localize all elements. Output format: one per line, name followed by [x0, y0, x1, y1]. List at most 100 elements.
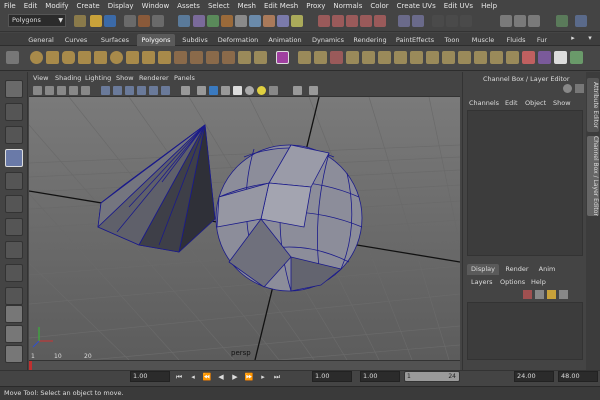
- time-slider[interactable]: 1 10 20: [29, 353, 460, 370]
- extract-icon[interactable]: [206, 51, 219, 64]
- channel-box-content[interactable]: [467, 110, 583, 256]
- absolute-transform-icon[interactable]: [556, 15, 568, 27]
- create-layer-icon[interactable]: [523, 290, 532, 299]
- poke-face-icon[interactable]: [458, 51, 471, 64]
- menu-modify[interactable]: Modify: [45, 2, 68, 10]
- render-current-frame-icon[interactable]: [432, 15, 444, 27]
- smooth-shade-icon[interactable]: [113, 86, 122, 95]
- manipulator-tool-icon[interactable]: [5, 218, 23, 236]
- step-back-key-icon[interactable]: ⏪: [202, 372, 212, 382]
- layer-list[interactable]: [467, 302, 583, 360]
- merge-icon[interactable]: [426, 51, 439, 64]
- mirror-icon[interactable]: [298, 51, 311, 64]
- smooth-proxy-icon[interactable]: [276, 51, 289, 64]
- menu-display[interactable]: Display: [108, 2, 134, 10]
- select-handles-icon[interactable]: [193, 15, 205, 27]
- bridge-icon[interactable]: [330, 51, 343, 64]
- step-back-frame-icon[interactable]: ◂: [188, 372, 198, 382]
- step-forward-frame-icon[interactable]: ▸: [258, 372, 268, 382]
- tab-curves[interactable]: Curves: [60, 34, 92, 46]
- select-tool-icon[interactable]: [5, 80, 23, 98]
- wedge-face-icon[interactable]: [474, 51, 487, 64]
- poly-cylinder-icon[interactable]: [62, 51, 75, 64]
- ipr-render-icon[interactable]: [446, 15, 458, 27]
- layer-menu-layers[interactable]: Layers: [471, 278, 493, 286]
- poly-pipe-icon[interactable]: [158, 51, 171, 64]
- combine-icon[interactable]: [174, 51, 187, 64]
- grid-toggle-icon[interactable]: [81, 86, 90, 95]
- select-surfaces-icon[interactable]: [235, 15, 247, 27]
- tab-painteffects[interactable]: PaintEffects: [392, 34, 438, 46]
- select-curves-icon[interactable]: [221, 15, 233, 27]
- tab-subdivs[interactable]: Subdivs: [178, 34, 212, 46]
- poly-sphere-icon[interactable]: [30, 51, 43, 64]
- lasso-tool-icon[interactable]: [5, 103, 23, 121]
- tab-attribute-editor[interactable]: Attribute Editor: [587, 78, 599, 132]
- menu-create-uvs[interactable]: Create UVs: [397, 2, 436, 10]
- select-rendering-icon[interactable]: [277, 15, 289, 27]
- layer-menu-options[interactable]: Options: [500, 278, 525, 286]
- menu-proxy[interactable]: Proxy: [306, 2, 325, 10]
- rotate-tool-icon[interactable]: [5, 172, 23, 190]
- four-view-layout-icon[interactable]: [5, 325, 23, 343]
- tab-general[interactable]: General: [27, 34, 55, 46]
- tab-muscle[interactable]: Muscle: [468, 34, 498, 46]
- attribute-editor-toggle-icon[interactable]: [500, 15, 512, 27]
- save-scene-icon[interactable]: [104, 15, 116, 27]
- panel-menu-renderer[interactable]: Renderer: [139, 74, 169, 82]
- layer-menu-help[interactable]: Help: [531, 278, 546, 286]
- planar-mapping-icon[interactable]: [538, 51, 551, 64]
- tab-surfaces[interactable]: Surfaces: [97, 34, 133, 46]
- menu-edit-mesh[interactable]: Edit Mesh: [264, 2, 298, 10]
- menu-assets[interactable]: Assets: [177, 2, 200, 10]
- select-by-object-icon[interactable]: [138, 15, 150, 27]
- snap-point-icon[interactable]: [346, 15, 358, 27]
- menu-create[interactable]: Create: [76, 2, 99, 10]
- sculpt-geometry-icon[interactable]: [506, 51, 519, 64]
- tab-display-layers[interactable]: Display: [467, 264, 499, 275]
- reduce-icon[interactable]: [254, 51, 267, 64]
- tab-toon[interactable]: Toon: [441, 34, 463, 46]
- play-forwards-icon[interactable]: ▶: [230, 372, 240, 382]
- textured-icon[interactable]: [137, 86, 146, 95]
- panel-menu-show[interactable]: Show: [116, 74, 134, 82]
- tab-polygons[interactable]: Polygons: [137, 34, 175, 46]
- poly-cube-icon[interactable]: [46, 51, 59, 64]
- select-by-component-icon[interactable]: [152, 15, 164, 27]
- move-tool-icon[interactable]: [5, 149, 23, 167]
- layer-options-icon[interactable]: [559, 290, 568, 299]
- offset-edge-loop-icon[interactable]: [394, 51, 407, 64]
- xray-components-icon[interactable]: [221, 86, 230, 95]
- current-time-marker[interactable]: [29, 361, 32, 370]
- select-dynamics-icon[interactable]: [263, 15, 275, 27]
- isolate-select-icon[interactable]: [181, 86, 190, 95]
- soft-modification-tool-icon[interactable]: [5, 241, 23, 259]
- current-time-field[interactable]: 1.00: [130, 371, 170, 382]
- menu-normals[interactable]: Normals: [333, 2, 362, 10]
- channel-box-menu-edit[interactable]: Edit: [505, 99, 518, 107]
- bevel-icon[interactable]: [410, 51, 423, 64]
- snap-view-plane-icon[interactable]: [360, 15, 372, 27]
- tab-fur[interactable]: Fur: [533, 34, 551, 46]
- cone-mesh[interactable]: [97, 124, 216, 253]
- xray-icon[interactable]: [197, 86, 206, 95]
- make-live-icon[interactable]: [374, 15, 386, 27]
- texture-filter-icon[interactable]: [269, 86, 278, 95]
- poly-pyramid-icon[interactable]: [142, 51, 155, 64]
- channel-box-lock-icon[interactable]: [575, 84, 584, 93]
- wireframe-icon[interactable]: [101, 86, 110, 95]
- insert-edge-loop-icon[interactable]: [378, 51, 391, 64]
- show-manipulator-icon[interactable]: [5, 264, 23, 282]
- duplicate-face-icon[interactable]: [490, 51, 503, 64]
- menu-help[interactable]: Help: [481, 2, 497, 10]
- perspective-viewport[interactable]: persp: [29, 97, 460, 360]
- bookmark-icon[interactable]: [57, 86, 66, 95]
- construction-history-icon[interactable]: [412, 15, 424, 27]
- select-joints-icon[interactable]: [207, 15, 219, 27]
- selection-mask-icon[interactable]: [178, 15, 190, 27]
- select-deformations-icon[interactable]: [249, 15, 261, 27]
- range-end-field[interactable]: 24.00: [514, 371, 554, 382]
- shadows-icon[interactable]: [161, 86, 170, 95]
- select-misc-icon[interactable]: [291, 15, 303, 27]
- panel-menu-view[interactable]: View: [33, 74, 48, 82]
